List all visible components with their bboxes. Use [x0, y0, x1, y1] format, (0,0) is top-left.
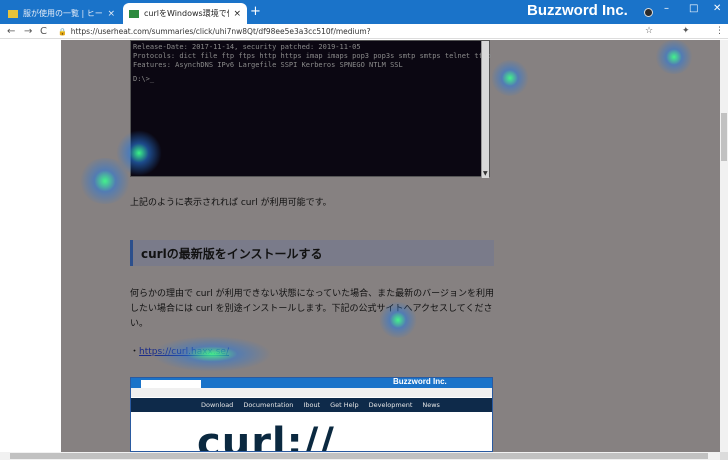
url-text: https://userheat.com/summaries/click/uhi…	[70, 27, 371, 36]
bullet: ・	[130, 347, 140, 357]
menu-icon[interactable]: ⋮	[715, 25, 724, 38]
curl-logo: curl://	[197, 420, 335, 452]
paragraph: 何らかの理由で curl が利用できない状態になっていた場合、また最新のバージョ…	[130, 289, 494, 329]
horizontal-scrollbar[interactable]	[0, 452, 720, 460]
embedded-tab	[141, 380, 201, 388]
forward-icon[interactable]: →	[24, 24, 32, 39]
embedded-nav-item: Ibout	[303, 401, 321, 409]
terminal-line: Protocols: dict file ftp ftps http https…	[133, 52, 492, 60]
tab-favicon-icon	[8, 9, 18, 18]
tab-label: 服が使用の一覧 | ヒートマップ解析	[23, 9, 103, 18]
browser-titlebar: 服が使用の一覧 | ヒートマップ解析 × curlをWindows環境で使用する…	[0, 0, 728, 24]
heading-text: curlの最新版をインストールする	[141, 246, 323, 261]
address-bar: ← → C 🔒 https://userheat.com/summaries/c…	[0, 24, 728, 39]
scrollbar-corner	[720, 452, 728, 460]
url-field[interactable]: 🔒 https://userheat.com/summaries/click/u…	[58, 25, 658, 38]
embedded-nav-item: Download	[201, 401, 234, 409]
page-viewport: Release-Date: 2017-11-14, security patch…	[0, 40, 720, 452]
vertical-scrollbar[interactable]	[720, 40, 728, 452]
scroll-thumb[interactable]	[10, 453, 708, 459]
close-tab-icon[interactable]: ×	[107, 9, 115, 19]
embedded-nav-item: Get Help	[330, 401, 359, 409]
embedded-brand: Buzzword Inc.	[393, 377, 447, 386]
curl-site-link[interactable]: https://curl.haxx.se/	[139, 347, 229, 357]
terminal-line: Features: AsynchDNS IPv6 Largefile SSPI …	[133, 61, 403, 69]
star-icon[interactable]: ☆	[645, 25, 653, 38]
terminal-screenshot: Release-Date: 2017-11-14, security patch…	[130, 40, 492, 178]
record-icon[interactable]	[644, 8, 653, 17]
maximize-icon[interactable]: □	[689, 3, 698, 14]
link-line: ・https://curl.haxx.se/	[130, 345, 229, 360]
extensions-icon[interactable]: ✦	[682, 25, 690, 38]
scroll-thumb[interactable]	[721, 113, 727, 161]
lock-icon: 🔒	[58, 27, 67, 36]
close-window-icon[interactable]: ✕	[713, 3, 721, 14]
embedded-screenshot: Buzzword Inc. Download Documentation Ibo…	[130, 377, 493, 452]
paragraph: 上記のように表示されれば curl が利用可能です。	[130, 198, 332, 208]
terminal-line: Release-Date: 2017-11-14, security patch…	[133, 43, 361, 51]
reload-icon[interactable]: C	[40, 24, 47, 39]
terminal-scrollbar: ▼	[481, 41, 489, 178]
embedded-nav-item: News	[422, 401, 440, 409]
tab-heatmap[interactable]: 服が使用の一覧 | ヒートマップ解析 ×	[2, 3, 121, 24]
tab-curl[interactable]: curlをWindows環境で使用する | ×	[123, 3, 247, 24]
minimize-icon[interactable]: –	[664, 3, 669, 14]
tab-favicon-icon	[129, 9, 139, 18]
back-icon[interactable]: ←	[7, 24, 15, 39]
terminal-prompt: D:\>_	[133, 75, 155, 83]
embedded-nav-item: Documentation	[243, 401, 294, 409]
tab-label: curlをWindows環境で使用する |	[144, 9, 229, 18]
close-tab-icon[interactable]: ×	[233, 9, 241, 19]
new-tab-button[interactable]: +	[250, 4, 261, 20]
section-heading: curlの最新版をインストールする	[130, 240, 494, 266]
embedded-addressbar	[131, 388, 492, 397]
embedded-nav: Download Documentation Ibout Get Help De…	[131, 398, 492, 412]
embedded-titlebar: Buzzword Inc.	[131, 378, 492, 388]
brand-logo: Buzzword Inc.	[527, 2, 628, 19]
embedded-nav-item: Development	[368, 401, 413, 409]
scroll-down-icon: ▼	[483, 170, 488, 177]
